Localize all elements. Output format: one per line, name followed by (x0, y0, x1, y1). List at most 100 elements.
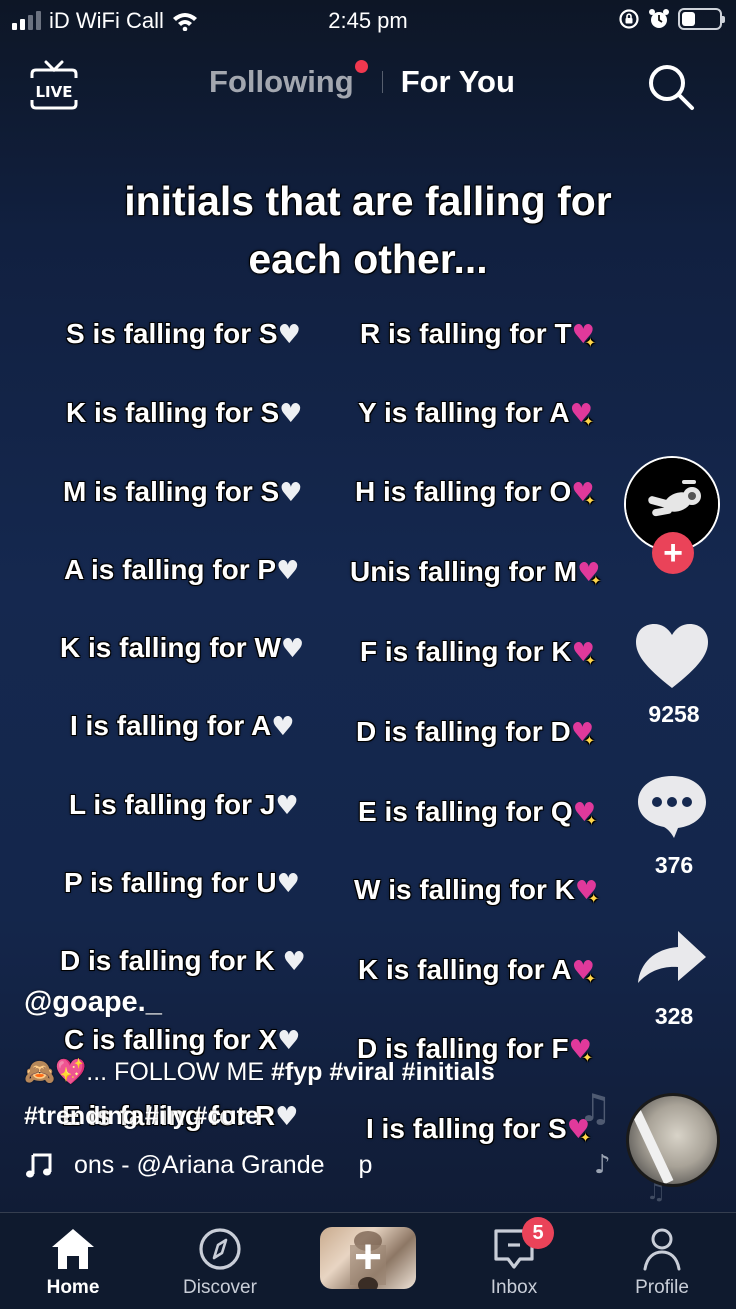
caption-emoji: 🙈💖 (24, 1057, 87, 1086)
inbox-badge: 5 (522, 1217, 554, 1249)
initials-line: D is falling for D♥✦ (356, 716, 595, 749)
sparkle-icon: ✦ (584, 971, 596, 986)
white-heart-icon: ♥ (276, 556, 300, 586)
sparkle-icon: ✦ (584, 493, 596, 508)
tab-for-you-label: For You (400, 64, 515, 99)
initials-line-text: E is falling for Q (358, 796, 573, 827)
initials-line: S is falling for S♥ (66, 318, 301, 350)
initials-line: Unis falling for M♥✦ (350, 556, 601, 589)
compass-icon (199, 1228, 241, 1270)
nav-home-label: Home (46, 1277, 100, 1298)
sparkle-icon: ✦ (584, 653, 596, 668)
sparkle-icon: ✦ (590, 573, 602, 588)
caption-line-2: #trending #ily #cute (24, 1094, 584, 1138)
sound-title: ons - @Ariana Grande (74, 1150, 325, 1179)
action-rail: + 9258 376 328 ♫ ♪ ♫ (578, 0, 736, 1309)
sparkle-icon: ✦ (584, 335, 596, 350)
initials-line: M is falling for S♥ (63, 476, 303, 508)
nav-profile-label: Profile (635, 1277, 689, 1298)
white-heart-icon: ♥ (279, 399, 303, 429)
follow-button[interactable]: + (652, 532, 694, 574)
nav-home[interactable]: Home (13, 1225, 133, 1299)
initials-line: L is falling for J♥ (69, 789, 299, 821)
initials-line-text: I is falling for A (70, 710, 272, 741)
nav-profile[interactable]: Profile (602, 1225, 722, 1299)
music-note-icon (26, 1153, 52, 1178)
initials-line: Y is falling for A♥✦ (358, 397, 594, 430)
tab-divider (381, 71, 383, 93)
sound-ticker[interactable]: ons - @Ariana Grande p (24, 1150, 372, 1180)
initials-line-text: K is falling for S (66, 397, 280, 428)
initials-line-text: W is falling for K (354, 874, 575, 905)
initials-line-text: P is falling for U (64, 867, 277, 898)
white-heart-icon: ♥ (277, 320, 301, 350)
home-icon (52, 1229, 94, 1269)
initials-line: R is falling for T♥✦ (360, 318, 596, 351)
caption-line-1: 🙈💖... FOLLOW ME #fyp #viral #initials (24, 1050, 584, 1094)
sparkle-icon: ✦ (588, 891, 600, 906)
initials-line-text: D is falling for D (356, 716, 571, 747)
white-heart-icon: ♥ (271, 712, 295, 742)
sparkle-icon: ✦ (584, 733, 595, 748)
initials-line: K is falling for W♥ (60, 632, 304, 664)
tab-following[interactable]: Following (209, 60, 368, 100)
creator-username[interactable]: @goape._ (24, 986, 162, 1019)
initials-line: P is falling for U♥ (64, 867, 300, 899)
tab-following-label: Following (209, 64, 354, 99)
initials-line: I is falling for A♥ (70, 710, 295, 742)
bottom-nav: Home Discover + 5 Inbox Profile (0, 1212, 736, 1309)
floating-music-note-icon: ♪ (594, 1150, 611, 1180)
hashtag-fyp[interactable]: #fyp (271, 1058, 322, 1086)
initials-line-text: H is falling for O (355, 476, 572, 507)
sound-title-wrap: p (358, 1150, 373, 1179)
create-video-button[interactable]: + (320, 1227, 416, 1289)
hashtag-viral[interactable]: #viral (329, 1058, 394, 1086)
share-button[interactable] (634, 925, 710, 995)
nav-inbox-label: Inbox (490, 1277, 538, 1298)
white-heart-icon: ♥ (282, 947, 306, 977)
like-button[interactable] (634, 622, 710, 692)
nav-discover[interactable]: Discover (160, 1225, 280, 1299)
initials-line: W is falling for K♥✦ (354, 874, 599, 907)
sound-disc[interactable] (626, 1093, 720, 1187)
hashtag-cute[interactable]: #cute (194, 1102, 259, 1130)
caption-text: ... FOLLOW ME (86, 1058, 272, 1086)
initials-line-text: S is falling for S (66, 318, 278, 349)
initials-line-text: M is falling for S (63, 476, 280, 507)
tab-for-you[interactable]: For You (401, 64, 515, 100)
white-heart-icon: ♥ (276, 869, 300, 899)
video-caption[interactable]: 🙈💖... FOLLOW ME #fyp #viral #initials #t… (24, 1050, 584, 1138)
white-heart-icon: ♥ (280, 634, 305, 664)
white-heart-icon: ♥ (275, 791, 299, 821)
hashtag-trending[interactable]: #trending (24, 1102, 138, 1130)
comment-button[interactable] (634, 772, 710, 842)
initials-line-text: K is falling for A (358, 954, 572, 985)
comment-count: 376 (654, 852, 694, 878)
initials-line-text: A is falling for P (64, 554, 277, 585)
initials-line-text: R is falling for T (360, 318, 572, 349)
initials-line: H is falling for O♥✦ (355, 476, 595, 509)
heart-icon (636, 624, 708, 688)
sparkle-icon: ✦ (586, 813, 597, 828)
nav-discover-label: Discover (183, 1277, 257, 1298)
profile-icon (643, 1228, 681, 1271)
plus-icon: + (353, 1231, 383, 1284)
nav-inbox[interactable]: 5 Inbox (454, 1217, 574, 1299)
white-heart-icon: ♥ (279, 478, 303, 508)
initials-line: E is falling for Q♥✦ (358, 796, 597, 829)
initials-line-text: D is falling for K (60, 945, 283, 976)
initials-line-text: L is falling for J (69, 789, 276, 820)
share-count: 328 (654, 1003, 694, 1029)
sparkle-icon: ✦ (582, 414, 594, 429)
plus-icon: + (663, 534, 683, 572)
initials-line-text: Y is falling for A (358, 397, 570, 428)
notification-dot (354, 60, 368, 73)
initials-line-text: K is falling for W (60, 632, 281, 663)
initials-line: K is falling for A♥✦ (358, 954, 596, 987)
hashtag-initials[interactable]: #initials (402, 1058, 495, 1086)
initials-line: F is falling for K♥✦ (360, 636, 596, 669)
initials-line: K is falling for S♥ (66, 397, 302, 429)
hashtag-ily[interactable]: #ily (145, 1102, 187, 1130)
initials-line: A is falling for P♥ (64, 554, 299, 586)
comment-icon (638, 776, 706, 838)
